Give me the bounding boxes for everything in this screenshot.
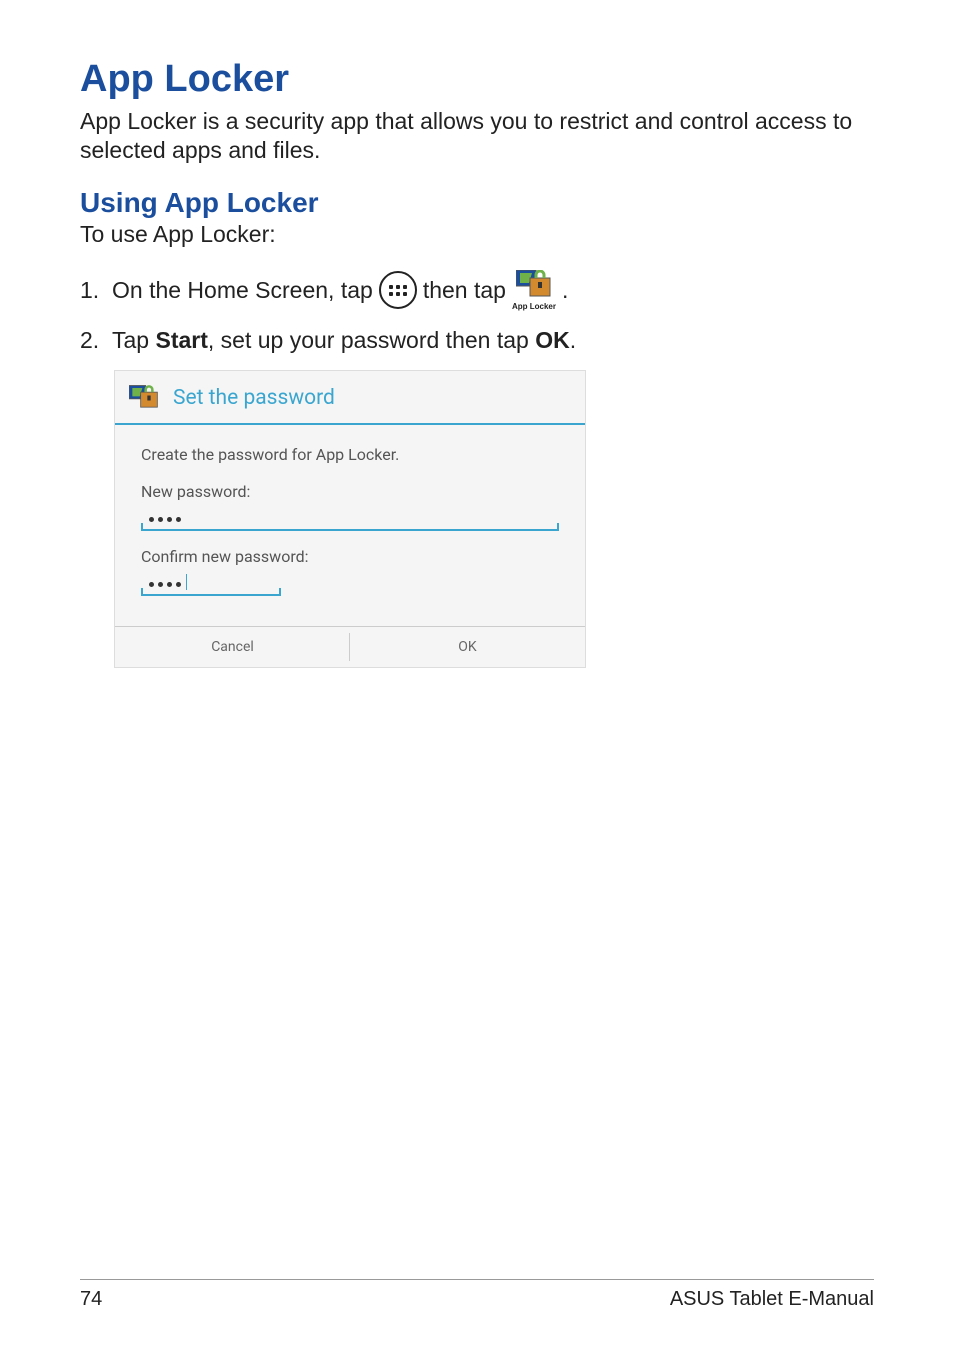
manual-title: ASUS Tablet E-Manual (670, 1288, 874, 1311)
set-password-dialog: Set the password Create the password for… (114, 370, 586, 668)
step-number: 1. (80, 277, 112, 304)
step-1: 1. On the Home Screen, tap then tap App … (80, 270, 874, 311)
ok-button[interactable]: OK (350, 627, 585, 667)
section-heading: App Locker (80, 58, 874, 101)
cancel-button[interactable]: Cancel (115, 627, 350, 667)
new-password-input[interactable] (141, 505, 559, 531)
confirm-password-label: Confirm new password: (141, 547, 559, 566)
step-2: 2. Tap Start, set up your password then … (80, 327, 874, 354)
dialog-instruction: Create the password for App Locker. (141, 445, 559, 464)
step-bold: OK (535, 327, 570, 353)
launcher-caption: App Locker (512, 302, 556, 311)
subsection-lead: To use App Locker: (80, 221, 874, 248)
dialog-title: Set the password (173, 386, 335, 410)
apps-drawer-icon (379, 271, 417, 309)
app-locker-launcher-icon: App Locker (512, 270, 556, 311)
page-footer: 74 ASUS Tablet E-Manual (80, 1279, 874, 1311)
new-password-label: New password: (141, 482, 559, 501)
section-intro: App Locker is a security app that allows… (80, 107, 874, 165)
step-text: then tap (423, 277, 506, 304)
step-text: . (570, 327, 576, 353)
step-number: 2. (80, 327, 112, 354)
step-text: . (562, 277, 568, 304)
page-number: 74 (80, 1288, 102, 1311)
app-locker-icon (129, 383, 159, 413)
step-bold: Start (155, 327, 207, 353)
step-text: On the Home Screen, tap (112, 277, 373, 304)
subsection-heading: Using App Locker (80, 187, 874, 219)
step-text: , set up your password then tap (208, 327, 535, 353)
confirm-password-input[interactable] (141, 570, 281, 596)
step-text: Tap (112, 327, 155, 353)
